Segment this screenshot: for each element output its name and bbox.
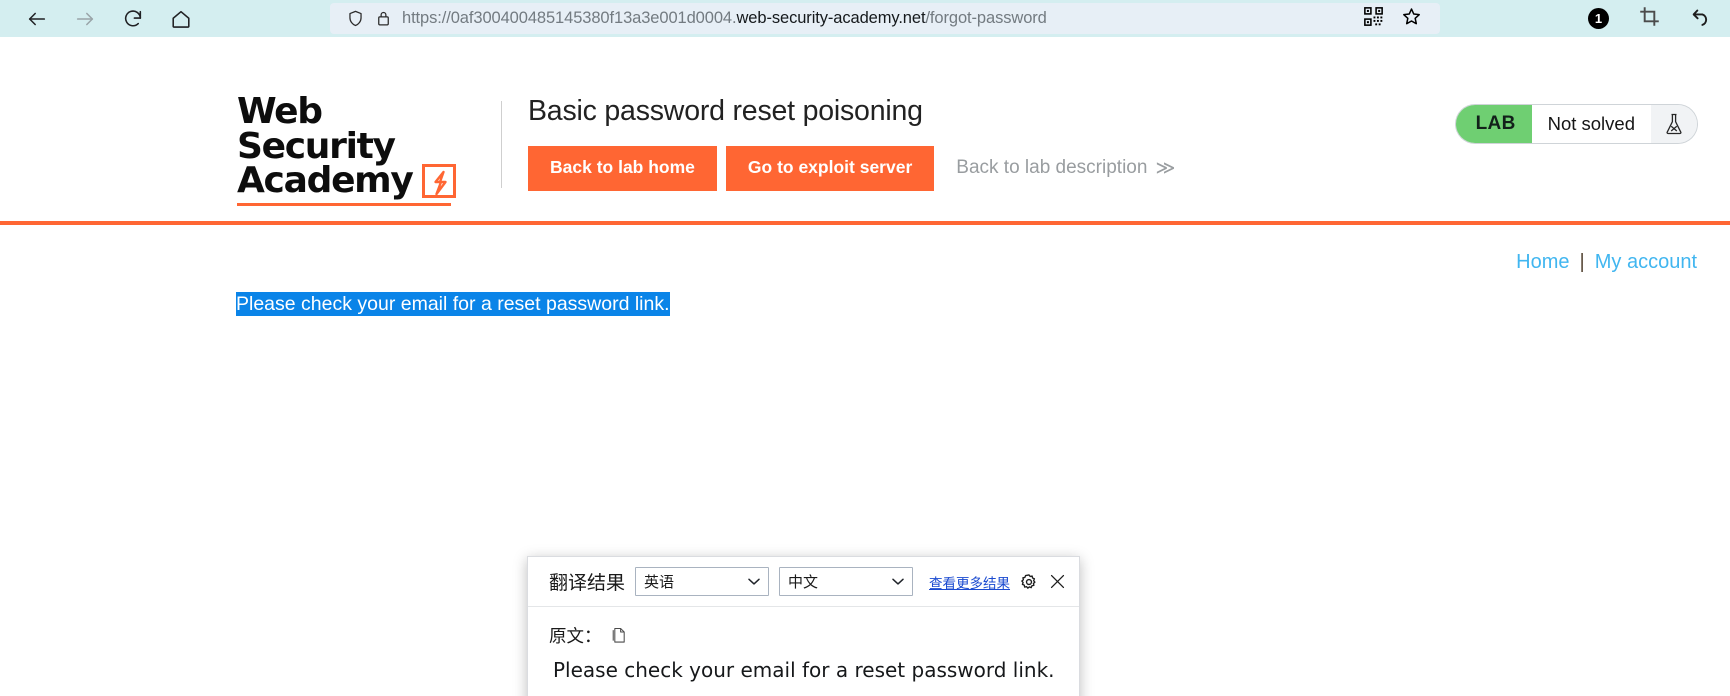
- url-path: /forgot-password: [925, 9, 1047, 27]
- lab-content: Home | My account Please check your email …: [0, 225, 1730, 696]
- lab-status-widget[interactable]: LAB Not solved: [1455, 105, 1697, 143]
- browser-extension-actions: 1: [1588, 0, 1712, 37]
- lab-actions: Back to lab home Go to exploit server Ba…: [528, 146, 1175, 191]
- nav-separator: |: [1579, 251, 1585, 273]
- url-prefix: https://0af300400485145380f13a3e001d0004…: [402, 9, 737, 27]
- forward-icon[interactable]: [74, 8, 96, 30]
- lab-header: Web Security Academy Basic password rese…: [0, 37, 1730, 221]
- source-label-row: 原文：: [549, 623, 1058, 648]
- logo-line-1: Web Security: [237, 91, 396, 167]
- source-label: 原文：: [549, 627, 602, 647]
- notification-badge[interactable]: 1: [1588, 8, 1609, 29]
- go-to-exploit-server-button[interactable]: Go to exploit server: [725, 146, 935, 191]
- translation-popup-body: 原文： Please check your email for a reset …: [528, 607, 1079, 696]
- logo-line-2: Academy: [237, 160, 414, 202]
- source-language-select-wrap: 英语: [635, 567, 770, 596]
- source-section: 原文： Please check your email for a reset …: [549, 607, 1058, 696]
- web-security-academy-logo[interactable]: Web Security Academy: [237, 49, 484, 206]
- gear-icon[interactable]: [1020, 573, 1038, 591]
- account-nav: Home | My account: [33, 225, 1697, 274]
- home-icon[interactable]: [170, 8, 192, 30]
- selected-text: Please check your email for a reset pass…: [236, 292, 670, 316]
- translation-popup-header: 翻译结果 英语 中文 查看更多结果: [528, 557, 1079, 607]
- back-icon[interactable]: [26, 8, 48, 30]
- close-icon[interactable]: [1049, 573, 1066, 590]
- flask-not-solved-icon[interactable]: [1651, 105, 1697, 143]
- double-chevron-right-icon: ≫: [1155, 157, 1175, 179]
- lab-tag: LAB: [1455, 105, 1532, 143]
- url-domain: web-security-academy.net: [736, 9, 926, 27]
- copy-icon[interactable]: [612, 627, 627, 644]
- star-icon[interactable]: [1401, 6, 1422, 32]
- nav-link-home[interactable]: Home: [1516, 251, 1569, 273]
- target-language-select[interactable]: 中文: [779, 567, 914, 596]
- back-to-lab-description-label: Back to lab description: [956, 157, 1148, 179]
- page-title: Basic password reset poisoning: [528, 95, 923, 127]
- browser-nav-buttons: [26, 8, 192, 30]
- address-bar[interactable]: https://0af300400485145380f13a3e001d0004…: [330, 3, 1440, 34]
- target-language-select-wrap: 中文: [779, 567, 914, 596]
- lab-page: Web Security Academy Basic password rese…: [0, 37, 1730, 696]
- undo-arrow-icon[interactable]: [1690, 5, 1712, 32]
- source-text: Please check your email for a reset pass…: [553, 658, 1055, 682]
- shield-icon[interactable]: [346, 9, 365, 28]
- reset-password-notice: Please check your email for a reset pass…: [236, 292, 1697, 316]
- translation-popup: 翻译结果 英语 中文 查看更多结果 原文： Please check your …: [527, 556, 1080, 696]
- browser-toolbar: https://0af300400485145380f13a3e001d0004…: [0, 0, 1730, 37]
- translation-popup-title: 翻译结果: [549, 572, 626, 594]
- lock-icon[interactable]: [375, 9, 392, 28]
- source-language-select[interactable]: 英语: [635, 567, 770, 596]
- status-badge: Not solved: [1531, 105, 1651, 143]
- nav-link-my-account[interactable]: My account: [1595, 251, 1697, 273]
- address-bar-actions: [1364, 6, 1422, 32]
- view-more-results-link[interactable]: 查看更多结果: [929, 572, 1010, 592]
- crop-icon[interactable]: [1639, 6, 1660, 32]
- logo-underline: [237, 202, 451, 206]
- back-to-lab-description-link[interactable]: Back to lab description ≫: [956, 157, 1175, 180]
- lab-title-block: Basic password reset poisoning Back to l…: [502, 49, 1175, 191]
- back-to-lab-home-button[interactable]: Back to lab home: [528, 146, 717, 191]
- reload-icon[interactable]: [122, 8, 144, 30]
- url-text: https://0af300400485145380f13a3e001d0004…: [402, 9, 1364, 28]
- qr-code-icon[interactable]: [1364, 6, 1383, 31]
- lightning-bolt-icon: [421, 164, 456, 199]
